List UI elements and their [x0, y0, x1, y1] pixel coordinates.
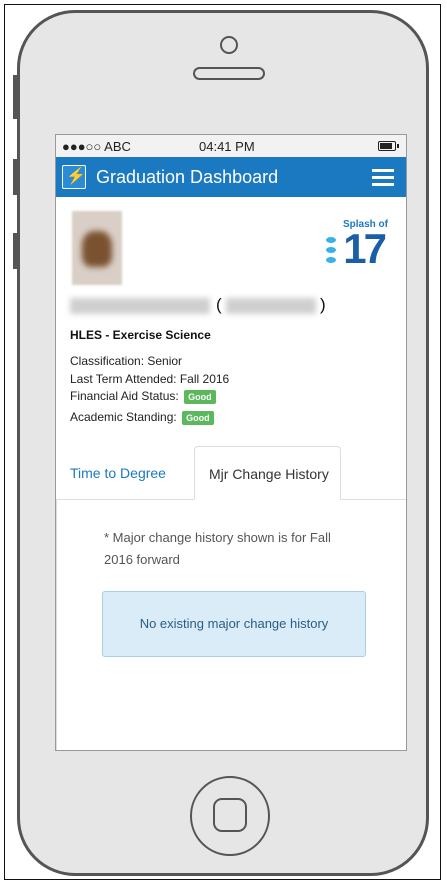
speaker-grille	[193, 67, 265, 80]
financial-aid-badge: Good	[184, 389, 216, 404]
splash-of-17-logo: Splash of 17	[326, 219, 390, 275]
hamburger-menu-icon[interactable]	[372, 169, 394, 186]
app-logo-icon[interactable]: ⚡	[62, 165, 86, 189]
academic-standing: Academic Standing: Good	[70, 410, 214, 425]
volume-down-button	[13, 233, 17, 269]
status-time: 04:41 PM	[199, 139, 255, 154]
classification: Classification: Senior	[70, 354, 183, 368]
last-term-attended: Last Term Attended: Fall 2016	[70, 372, 230, 386]
major-change-note: * Major change history shown is for Fall…	[104, 530, 331, 567]
app-header: ⚡ Graduation Dashboard	[56, 157, 406, 197]
academic-standing-badge: Good	[182, 410, 214, 425]
app-screen: ●●●○○ ABC 04:41 PM ⚡ Graduation Dashboar…	[55, 134, 407, 751]
id-open-paren: (	[216, 295, 222, 314]
home-button[interactable]	[190, 776, 270, 856]
student-name-redacted	[70, 298, 210, 314]
info-alert: No existing major change history	[102, 591, 366, 657]
financial-aid-status: Financial Aid Status: Good	[70, 389, 216, 404]
logo-number: 17	[343, 225, 387, 272]
tab-time-to-degree[interactable]: Time to Degree	[70, 465, 166, 481]
tab-mjr-change-history-label: Mjr Change History	[209, 466, 329, 482]
student-name-row: ( )	[70, 295, 330, 317]
volume-up-button	[13, 159, 17, 195]
id-close-paren: )	[320, 295, 326, 314]
student-id-redacted	[226, 298, 316, 314]
home-square-icon	[213, 798, 247, 832]
tab-mjr-change-history[interactable]: Mjr Change History	[194, 446, 341, 500]
mute-switch	[13, 75, 17, 119]
carrier-signal: ●●●○○ ABC	[62, 139, 131, 154]
financial-aid-label: Financial Aid Status:	[70, 389, 179, 403]
splash-drops-icon	[326, 237, 336, 267]
program-name: HLES - Exercise Science	[70, 328, 211, 342]
info-alert-text: No existing major change history	[139, 616, 329, 631]
battery-icon	[378, 141, 399, 151]
front-camera-icon	[220, 36, 238, 54]
app-title: Graduation Dashboard	[96, 167, 279, 187]
status-bar: ●●●○○ ABC 04:41 PM	[56, 135, 406, 157]
student-photo	[72, 211, 122, 285]
academic-standing-label: Academic Standing:	[70, 410, 177, 424]
